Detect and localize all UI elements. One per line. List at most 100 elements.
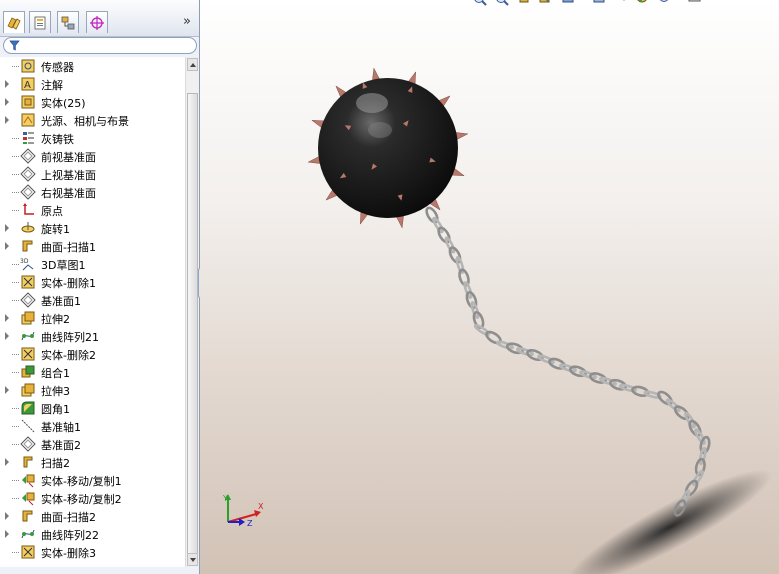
tree-connector (12, 300, 19, 301)
extrude-icon (21, 311, 35, 325)
fillet-icon (21, 401, 35, 415)
tree-item[interactable]: 圆角1 (0, 399, 185, 417)
tree-item[interactable]: 基准面2 (0, 435, 185, 453)
tree-item-label: 上视基准面 (41, 169, 96, 182)
delete-body-icon (21, 545, 35, 559)
tab-property-manager[interactable] (29, 11, 51, 33)
expand-arrow-icon[interactable] (5, 458, 9, 466)
graphics-viewport[interactable]: Y X Z (200, 0, 779, 574)
annotation-icon: A (21, 77, 35, 91)
expand-arrow-icon[interactable] (5, 530, 9, 538)
expand-arrow-icon[interactable] (5, 224, 9, 232)
morning-star-model (307, 67, 773, 574)
manager-tab-bar: » (0, 0, 199, 37)
tree-item-label: 灰铸铁 (41, 133, 74, 146)
scroll-thumb[interactable] (187, 93, 198, 555)
curve-pattern-icon (21, 529, 35, 539)
delete-body-icon (21, 347, 35, 361)
tree-item-label: 基准面2 (41, 439, 81, 452)
tree-item[interactable]: 实体-删除1 (0, 273, 185, 291)
tree-connector (12, 210, 19, 211)
tree-item[interactable]: 前视基准面 (0, 147, 185, 165)
tree-item[interactable]: 组合1 (0, 363, 185, 381)
solid-bodies-icon (21, 95, 35, 109)
plane-icon (20, 148, 36, 164)
tree-item[interactable]: 原点 (0, 201, 185, 219)
tree-item-label: 实体-移动/复制1 (41, 475, 122, 488)
tree-item[interactable]: 曲面-扫描2 (0, 507, 185, 525)
extrude-icon (21, 383, 35, 397)
expand-arrow-icon[interactable] (5, 116, 9, 124)
expand-arrow-icon[interactable] (5, 242, 9, 250)
tree-item[interactable]: 基准轴1 (0, 417, 185, 435)
tree-item-label: 组合1 (41, 367, 70, 380)
configuration-manager-icon (61, 16, 75, 29)
expand-arrow-icon[interactable] (5, 386, 9, 394)
feature-manager-panel: » 传感器 A 注解 实体(25) 光源、相机与布景灰铸铁前视基准面上视基准面 右视基准面… (0, 0, 200, 574)
svg-text:X: X (258, 502, 264, 511)
expand-arrow-icon[interactable] (5, 314, 9, 322)
tree-scrollbar[interactable] (185, 57, 199, 567)
scroll-down-button[interactable] (187, 553, 198, 566)
expand-arrow-icon[interactable] (5, 512, 9, 520)
surface-sweep-icon (22, 240, 33, 252)
expand-arrow-icon[interactable] (5, 98, 9, 106)
tree-item-label: 原点 (41, 205, 63, 218)
tree-item[interactable]: 实体-移动/复制2 (0, 489, 185, 507)
spiked-ball[interactable] (318, 78, 458, 218)
tree-item[interactable]: 实体-删除3 (0, 543, 185, 561)
tree-connector (12, 156, 19, 157)
tree-item-label: 扫描2 (41, 457, 70, 470)
tree-item-label: 3D草图1 (41, 259, 86, 272)
tab-configuration-manager[interactable] (57, 11, 79, 33)
tree-item[interactable]: 传感器 (0, 57, 185, 75)
tree-item-label: 拉伸2 (41, 313, 70, 326)
tree-item[interactable]: 曲面-扫描1 (0, 237, 185, 255)
tree-connector (12, 66, 19, 67)
expand-tabs-button[interactable]: » (183, 14, 191, 29)
filter-icon (9, 40, 20, 51)
tree-item[interactable]: 光源、相机与布景 (0, 111, 185, 129)
tree-item[interactable]: 上视基准面 (0, 165, 185, 183)
tree-item[interactable]: A 注解 (0, 75, 185, 93)
tree-item[interactable]: 3D 3D草图1 (0, 255, 185, 273)
tab-feature-manager[interactable] (3, 11, 25, 33)
feature-filter-input[interactable] (3, 37, 197, 54)
sweep-icon (23, 456, 33, 468)
revolve-icon (21, 222, 35, 233)
tree-connector (12, 282, 19, 283)
origin-icon (23, 203, 34, 215)
tree-item[interactable]: 拉伸3 (0, 381, 185, 399)
expand-arrow-icon[interactable] (5, 332, 9, 340)
tree-connector (12, 408, 19, 409)
tree-item-label: 传感器 (41, 61, 74, 74)
sketch-3d-icon: 3D (20, 258, 34, 271)
ball-highlight-2 (368, 122, 392, 138)
tree-connector (12, 426, 19, 427)
plane-icon (20, 436, 36, 452)
tree-item[interactable]: 扫描2 (0, 453, 185, 471)
tree-item[interactable]: 实体-移动/复制1 (0, 471, 185, 489)
tree-item[interactable]: 实体(25) (0, 93, 185, 111)
tree-item-label: 实体-删除2 (41, 349, 96, 362)
tree-item[interactable]: 曲线阵列22 (0, 525, 185, 543)
tree-item[interactable]: 旋转1 (0, 219, 185, 237)
tree-item[interactable]: 曲线阵列21 (0, 327, 185, 345)
tree-item-label: 前视基准面 (41, 151, 96, 164)
sensor-icon (21, 59, 35, 73)
tree-item[interactable]: 右视基准面 (0, 183, 185, 201)
tree-connector (12, 192, 19, 193)
tree-item-label: 基准轴1 (41, 421, 81, 434)
tree-item-label: 基准面1 (41, 295, 81, 308)
tree-item-label: 曲线阵列21 (41, 331, 99, 344)
tree-item-label: 曲面-扫描1 (41, 241, 96, 254)
tree-item[interactable]: 实体-删除2 (0, 345, 185, 363)
tree-item[interactable]: 灰铸铁 (0, 129, 185, 147)
tab-dimxpert-manager[interactable] (86, 11, 108, 33)
scroll-up-button[interactable] (187, 58, 198, 71)
material-icon (23, 132, 34, 144)
tree-item[interactable]: 拉伸2 (0, 309, 185, 327)
expand-arrow-icon[interactable] (5, 80, 9, 88)
tree-item-label: 圆角1 (41, 403, 70, 416)
tree-item[interactable]: 基准面1 (0, 291, 185, 309)
